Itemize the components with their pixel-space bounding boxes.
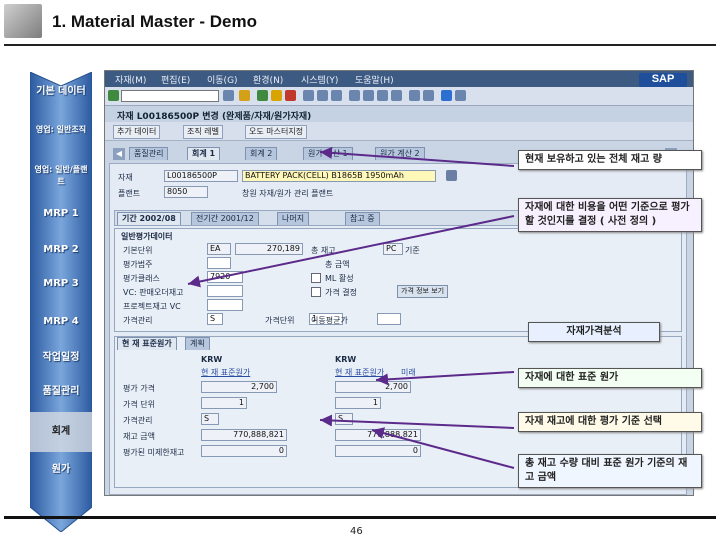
callout-total-stock: 현재 보유하고 있는 전체 재고 량 [518,150,702,170]
callout-price-control: 자재 재고에 대한 평가 기준 선택 [518,412,702,432]
callout-price-analysis: 자재가격분석 [528,322,660,342]
pointer-valuation-class [187,215,515,288]
pointer-price-control [319,414,515,429]
pointer-standard-price [375,371,515,386]
pointer-total-stock [319,146,515,167]
footer-divider [4,516,716,519]
pointer-stock-value [371,427,515,469]
callout-stock-value: 총 재고 수량 대비 표준 원가 기준의 재고 금액 [518,454,702,488]
callout-valuation-class: 자재에 대한 비용을 어떤 기준으로 평가할 것인지를 결정 ( 사전 정의 ) [518,198,702,232]
page-number: 46 [350,526,363,537]
callout-standard-price: 자재에 대한 표준 원가 [518,368,702,388]
